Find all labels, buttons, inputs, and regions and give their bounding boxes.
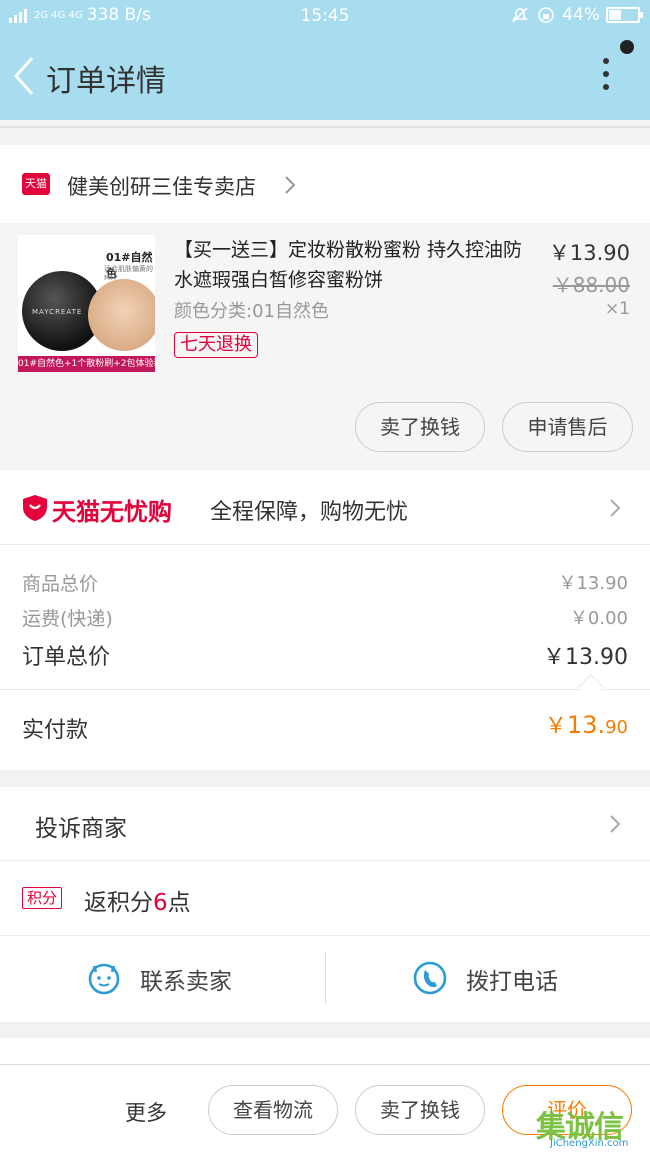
thumbnail-brand: MAYCREATE xyxy=(32,308,83,316)
product-quantity: ×1 xyxy=(604,299,630,319)
product-thumbnail[interactable]: 01#自然色 适合肌肤偏黄的MM MAYCREATE 01#自然色+1个散粉刷+… xyxy=(18,235,155,372)
page-title: 订单详情 xyxy=(46,64,166,99)
more-options-icon[interactable] xyxy=(596,58,616,98)
mute-icon xyxy=(512,7,529,23)
cost-summary: 商品总价 ￥13.90 运费(快递) ￥0.00 订单总价 ￥13.90 xyxy=(0,545,650,700)
shipping-value: ￥0.00 xyxy=(569,608,628,629)
chevron-right-icon xyxy=(285,176,296,194)
divider xyxy=(0,126,650,128)
order-total-value: ￥13.90 xyxy=(543,645,628,670)
points-badge: 积分 xyxy=(22,887,63,909)
shield-icon xyxy=(23,495,47,521)
chevron-right-icon xyxy=(610,499,621,517)
view-logistics-button[interactable]: 查看物流 xyxy=(208,1085,338,1135)
loose-powder xyxy=(88,279,155,351)
status-bar: 2G 4G 4G 338 B/s 15:45 44% xyxy=(0,0,650,32)
points-row: 积分 返积分6点 xyxy=(0,861,650,936)
after-sales-button[interactable]: 申请售后 xyxy=(502,402,633,452)
actual-payment-row: 实付款 ￥13.90 xyxy=(0,690,650,770)
guarantee-description: 全程保障，购物无忧 xyxy=(210,500,409,525)
rotation-lock-icon xyxy=(538,7,555,23)
product-original-price: ￥88.00 xyxy=(552,273,630,297)
product-title[interactable]: 【买一送三】定妆粉散粉蜜粉 持久控油防水遮瑕强白皙修容蜜粉饼 xyxy=(174,235,534,295)
points-text: 返积分6点 xyxy=(84,890,191,916)
goods-total-label: 商品总价 xyxy=(22,573,99,595)
shop-name: 健美创研三佳专卖店 xyxy=(67,175,256,199)
more-button[interactable]: 更多 xyxy=(125,1097,167,1127)
watermark-url: JiChengXin.com xyxy=(550,1138,629,1149)
battery-icon xyxy=(606,7,643,23)
order-total-label: 订单总价 xyxy=(22,645,111,670)
shipping-label: 运费(快递) xyxy=(22,608,113,630)
chevron-right-icon xyxy=(610,815,621,833)
phone-icon[interactable] xyxy=(412,960,448,996)
complain-seller-label: 投诉商家 xyxy=(35,816,127,842)
guarantee-brand: 天猫无忧购 xyxy=(52,498,172,526)
chat-bubble-icon[interactable] xyxy=(86,960,122,996)
tmall-icon: 天猫 xyxy=(22,173,50,195)
battery-percent: 44% xyxy=(562,5,600,25)
product-price: ￥13.90 xyxy=(548,241,630,265)
sell-for-cash-button[interactable]: 卖了换钱 xyxy=(355,402,485,452)
header: 订单详情 xyxy=(0,32,650,120)
call-phone-button[interactable]: 拨打电话 xyxy=(466,962,558,996)
sell-for-cash-button[interactable]: 卖了换钱 xyxy=(355,1085,485,1135)
return-policy-badge: 七天退换 xyxy=(174,332,258,358)
product-variant: 颜色分类:01自然色 xyxy=(174,301,329,322)
thumbnail-caption: 01#自然色+1个散粉刷+2包体验装 xyxy=(18,356,155,372)
goods-total-value: ￥13.90 xyxy=(558,573,628,594)
notification-dot xyxy=(620,40,634,54)
watermark-logo: 集诚信 JiChengXin.com xyxy=(536,1100,648,1152)
complain-seller-row[interactable]: 投诉商家 xyxy=(0,787,650,861)
back-icon[interactable] xyxy=(10,54,38,98)
actual-payment-label: 实付款 xyxy=(22,718,89,743)
contact-seller-button[interactable]: 联系卖家 xyxy=(140,962,232,996)
status-bar-right: 44% xyxy=(510,5,643,25)
contact-row: 联系卖家 拨打电话 xyxy=(0,936,650,1022)
shop-row[interactable]: 天猫 健美创研三佳专卖店 xyxy=(0,145,650,223)
worry-free-guarantee-row[interactable]: 天猫无忧购 全程保障，购物无忧 xyxy=(0,470,650,545)
actual-payment-value: ￥13.90 xyxy=(544,711,628,739)
divider xyxy=(325,952,326,1004)
product-item[interactable]: 01#自然色 适合肌肤偏黄的MM MAYCREATE 01#自然色+1个散粉刷+… xyxy=(0,223,650,470)
